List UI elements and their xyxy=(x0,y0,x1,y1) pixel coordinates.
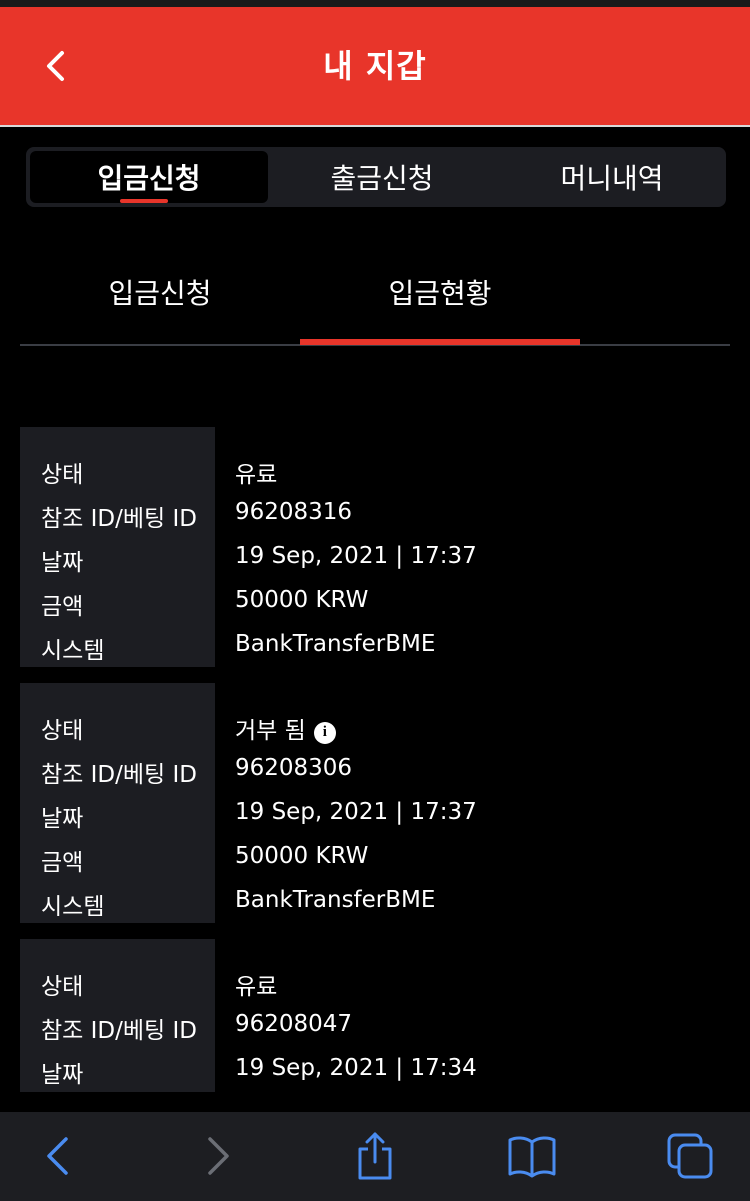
tab-money-history[interactable]: 머니내역 xyxy=(498,147,726,207)
header-divider xyxy=(0,125,750,127)
share-button[interactable] xyxy=(347,1130,403,1182)
browser-forward-button[interactable] xyxy=(190,1130,246,1182)
status-value: 유료 xyxy=(235,462,278,488)
tabs-button[interactable] xyxy=(662,1130,718,1182)
deposit-record: 상태 참조 ID/베팅 ID 날짜 금액 시스템 유료 96208316 19 … xyxy=(20,427,730,667)
system-label: 시스템 xyxy=(41,638,105,664)
date-value: 19 Sep, 2021 | 17:37 xyxy=(235,799,477,825)
deposit-records-list: 상태 참조 ID/베팅 ID 날짜 금액 시스템 유료 96208316 19 … xyxy=(20,427,730,1092)
amount-label: 금액 xyxy=(41,594,84,620)
date-value: 19 Sep, 2021 | 17:34 xyxy=(235,1055,477,1081)
app-header: 내 지갑 xyxy=(0,7,750,125)
ref-id-value: 96208306 xyxy=(235,755,353,781)
status-value: 유료 xyxy=(235,974,278,1000)
system-value: BankTransferBME xyxy=(235,887,436,913)
subtab-deposit-request[interactable]: 입금신청 xyxy=(20,240,300,344)
active-tab-indicator xyxy=(120,199,168,203)
deposit-record: 상태 참조 ID/베팅 ID 날짜 금액 시스템 거부 됨i 96208306 … xyxy=(20,683,730,923)
status-value-wrap: 거부 됨 i xyxy=(235,711,336,745)
subtab-deposit-status[interactable]: 입금현황 xyxy=(300,240,580,344)
amount-value: 50000 KRW xyxy=(235,587,369,613)
status-value: 거부 됨 xyxy=(235,718,306,744)
page-title: 내 지갑 xyxy=(323,47,427,85)
amount-value: 50000 KRW xyxy=(235,843,369,869)
system-label: 시스템 xyxy=(41,894,105,920)
ref-id-label: 참조 ID/베팅 ID xyxy=(41,762,197,788)
date-label: 날짜 xyxy=(41,1062,84,1088)
browser-back-button[interactable] xyxy=(30,1130,86,1182)
share-icon xyxy=(358,1132,392,1180)
date-label: 날짜 xyxy=(41,806,84,832)
tabs-icon xyxy=(667,1133,713,1179)
amount-label: 금액 xyxy=(41,850,84,876)
tab-deposit-request[interactable]: 입금신청 xyxy=(30,151,268,203)
bookmarks-button[interactable] xyxy=(504,1130,560,1182)
status-strip xyxy=(0,0,750,7)
wallet-segmented-control: 입금신청 출금신청 머니내역 xyxy=(26,147,726,207)
back-icon xyxy=(47,1137,68,1175)
browser-toolbar xyxy=(0,1112,750,1201)
system-value: BankTransferBME xyxy=(235,631,436,657)
tab-withdraw-request[interactable]: 출금신청 xyxy=(266,147,498,207)
ref-id-value: 96208316 xyxy=(235,499,353,525)
status-label: 상태 xyxy=(41,462,84,488)
ref-id-label: 참조 ID/베팅 ID xyxy=(41,506,197,532)
status-label: 상태 xyxy=(41,974,84,1000)
info-icon[interactable]: i xyxy=(313,721,336,744)
status-label: 상태 xyxy=(41,718,84,744)
ref-id-label: 참조 ID/베팅 ID xyxy=(41,1018,197,1044)
deposit-subtabs: 입금신청 입금현황 xyxy=(20,240,730,346)
deposit-record: 상태 참조 ID/베팅 ID 날짜 유료 96208047 19 Sep, 20… xyxy=(20,939,730,1092)
bookmarks-icon xyxy=(508,1136,556,1178)
ref-id-value: 96208047 xyxy=(235,1011,353,1037)
subtab-active-indicator xyxy=(300,339,580,345)
forward-icon xyxy=(208,1137,229,1175)
date-label: 날짜 xyxy=(41,550,84,576)
date-value: 19 Sep, 2021 | 17:37 xyxy=(235,543,477,569)
